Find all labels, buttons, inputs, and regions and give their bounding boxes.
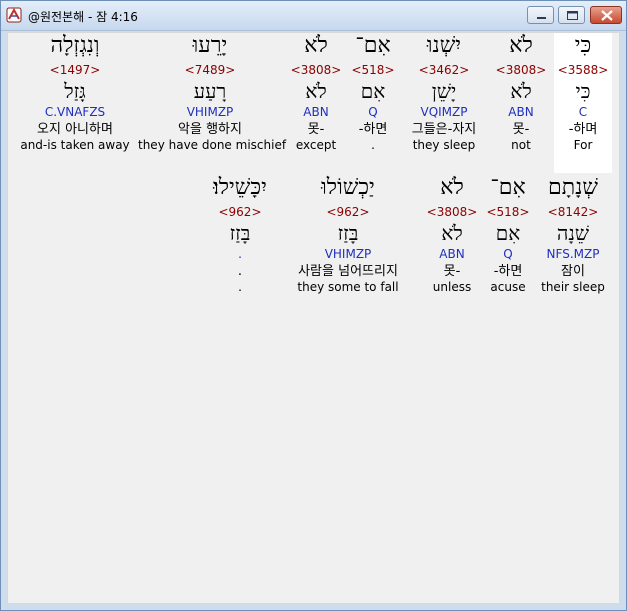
english-gloss: their sleep bbox=[541, 280, 605, 294]
title-bar[interactable]: @원전본해 - 잠 4:16 bbox=[1, 1, 626, 31]
strong-number[interactable]: <1497> bbox=[16, 63, 134, 77]
grammar-code: VQIMZP bbox=[420, 105, 468, 119]
strong-number[interactable]: <3808> bbox=[493, 63, 549, 77]
strong-number[interactable]: <518> bbox=[348, 63, 398, 77]
grammar-code: ABN bbox=[508, 105, 534, 119]
hebrew-word: לֹא bbox=[509, 33, 533, 58]
strong-number[interactable]: <8142> bbox=[538, 205, 608, 219]
minimize-button[interactable] bbox=[527, 6, 554, 24]
english-gloss: unless bbox=[432, 280, 472, 294]
hebrew-word: יָרֵעוּ bbox=[192, 33, 228, 58]
english-gloss: For bbox=[573, 138, 593, 152]
strong-number[interactable]: <518> bbox=[484, 205, 532, 219]
korean-gloss: -하며 bbox=[568, 122, 598, 137]
grammar-code: C.VNAFZS bbox=[44, 105, 106, 119]
hebrew-root: בָּזַז bbox=[337, 221, 359, 245]
korean-gloss: 그들은-자지 bbox=[411, 122, 477, 137]
strong-number[interactable]: <7489> bbox=[138, 63, 282, 77]
hebrew-word: יִכָּשֵׁילוּ׃ bbox=[213, 175, 267, 200]
hebrew-root: בָּזַז bbox=[229, 221, 251, 245]
hebrew-word: כִּי bbox=[574, 33, 592, 58]
hebrew-word: שְׁנָתָם bbox=[548, 175, 598, 200]
english-gloss: . bbox=[238, 280, 242, 294]
english-gloss: they sleep bbox=[412, 138, 476, 152]
grammar-code: ABN bbox=[303, 105, 329, 119]
strong-number[interactable]: <962> bbox=[278, 205, 418, 219]
hebrew-word: אִם־ bbox=[490, 175, 526, 200]
hebrew-root: כִּי bbox=[575, 79, 591, 103]
grammar-code: . bbox=[238, 247, 242, 261]
english-gloss: and-is taken away bbox=[20, 138, 130, 152]
hebrew-word: יַכְשׁוֹלוּ bbox=[321, 175, 375, 200]
word-column[interactable]: אִם־ <518> אִם Q -하면 acuse bbox=[484, 175, 532, 295]
maximize-button[interactable] bbox=[558, 6, 585, 24]
word-column[interactable]: אִם־ <518> אִם Q -하면 . bbox=[348, 33, 398, 153]
english-gloss: acuse bbox=[490, 280, 526, 294]
english-gloss: they have done mischief bbox=[138, 138, 287, 152]
strong-number[interactable]: <3588> bbox=[554, 63, 612, 77]
hebrew-word: וְנִגְזְלָה bbox=[50, 33, 100, 58]
word-column[interactable]: לֹא <3808> לֹא ABN 못- except bbox=[288, 33, 344, 153]
hebrew-word: אִם־ bbox=[355, 33, 391, 58]
strong-number[interactable]: <3462> bbox=[403, 63, 485, 77]
grammar-code: Q bbox=[368, 105, 378, 119]
word-column[interactable]: יָרֵעוּ <7489> רָעַע VHIMZP 악을 행하지 they … bbox=[138, 33, 287, 153]
korean-gloss: 사람을 넘어뜨리지 bbox=[298, 264, 398, 279]
strong-number[interactable]: <3808> bbox=[288, 63, 344, 77]
hebrew-root: לֹא bbox=[510, 79, 532, 103]
strong-number[interactable]: <3808> bbox=[424, 205, 480, 219]
hebrew-root: יָשֵׁן bbox=[431, 79, 457, 103]
korean-gloss: 악을 행하지 bbox=[178, 122, 242, 137]
word-column[interactable]: שְׁנָתָם <8142> שֵׁנָה NFS.MZP 잠이 their … bbox=[538, 175, 608, 295]
hebrew-word: לֹא bbox=[440, 175, 464, 200]
word-column[interactable]: יִכָּשֵׁילוּ׃ <962> בָּזַז . . . bbox=[196, 175, 284, 295]
close-icon bbox=[601, 10, 613, 21]
hebrew-root: אִם bbox=[360, 79, 386, 103]
word-column[interactable]: לֹא <3808> לֹא ABN 못- not bbox=[493, 33, 549, 153]
word-column[interactable]: יַכְשׁוֹלוּ <962> בָּזַז VHIMZP 사람을 넘어뜨리… bbox=[278, 175, 418, 295]
grammar-code: NFS.MZP bbox=[546, 247, 600, 261]
hebrew-root: שֵׁנָה bbox=[556, 221, 590, 245]
korean-gloss: 못- bbox=[307, 122, 325, 137]
grammar-code: Q bbox=[503, 247, 513, 261]
korean-gloss: -하면 bbox=[358, 122, 388, 137]
english-gloss: . bbox=[371, 138, 375, 152]
word-column[interactable]: וְנִגְזְלָה <1497> גָּזַל C.VNAFZS 오지 아니… bbox=[16, 33, 134, 153]
hebrew-root: רָעַע bbox=[193, 79, 227, 103]
grammar-code: C bbox=[578, 105, 588, 119]
grammar-code: VHIMZP bbox=[324, 247, 372, 261]
word-column[interactable]: כִּי <3588> כִּי C -하며 For bbox=[554, 33, 612, 173]
word-column[interactable]: לֹא <3808> לֹא ABN 못- unless bbox=[424, 175, 480, 295]
korean-gloss: 못- bbox=[512, 122, 530, 137]
maximize-icon bbox=[567, 11, 578, 20]
hebrew-root: גָּזַל bbox=[64, 79, 86, 103]
english-gloss: except bbox=[295, 138, 337, 152]
hebrew-word: יִשְׁנוּ bbox=[426, 33, 462, 58]
english-gloss: they some to fall bbox=[297, 280, 399, 294]
verse-panel: כִּי <3588> כִּי C -하며 For לֹא <3808> לֹ… bbox=[7, 32, 620, 604]
hebrew-root: לֹא bbox=[305, 79, 327, 103]
hebrew-root: אִם bbox=[495, 221, 521, 245]
minimize-icon bbox=[537, 17, 546, 19]
hebrew-root: לֹא bbox=[441, 221, 463, 245]
app-icon bbox=[6, 7, 22, 23]
hebrew-word: לֹא bbox=[304, 33, 328, 58]
app-window: @원전본해 - 잠 4:16 כִּי <3588> כִּי C -하며 Fo… bbox=[0, 0, 627, 611]
word-column[interactable]: יִשְׁנוּ <3462> יָשֵׁן VQIMZP 그들은-자지 the… bbox=[403, 33, 485, 153]
grammar-code: ABN bbox=[439, 247, 465, 261]
korean-gloss: 못- bbox=[443, 264, 461, 279]
korean-gloss: -하면 bbox=[493, 264, 523, 279]
grammar-code: VHIMZP bbox=[186, 105, 234, 119]
strong-number[interactable]: <962> bbox=[196, 205, 284, 219]
english-gloss: not bbox=[511, 138, 531, 152]
window-title: @원전본해 - 잠 4:16 bbox=[28, 10, 138, 24]
close-button[interactable] bbox=[590, 6, 622, 24]
korean-gloss: 잠이 bbox=[561, 264, 585, 279]
korean-gloss: . bbox=[237, 264, 243, 279]
korean-gloss: 오지 아니하며 bbox=[37, 122, 113, 137]
